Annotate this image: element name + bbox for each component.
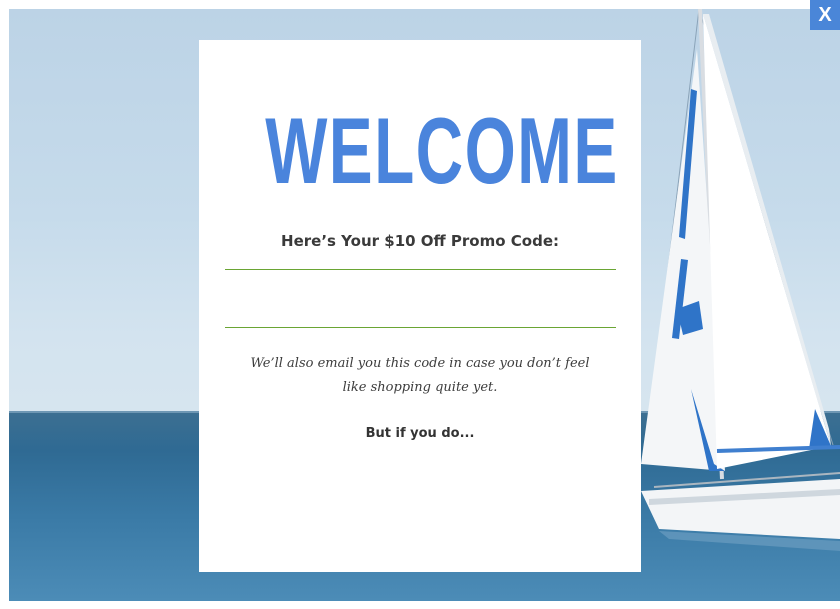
promo-popup-overlay: X WELCOME Here’s Your $10 Off Promo Code… — [0, 0, 840, 609]
email-note-line-1: We’ll also email you this code in case y… — [250, 356, 590, 371]
close-button[interactable]: X — [810, 0, 840, 30]
promo-code-heading: Here’s Your $10 Off Promo Code: — [281, 232, 559, 250]
close-icon[interactable]: X — [818, 4, 831, 26]
welcome-title: WELCOME — [265, 98, 619, 203]
promo-modal: WELCOME Here’s Your $10 Off Promo Code: … — [199, 40, 641, 572]
email-note-line-2: like shopping quite yet. — [342, 380, 498, 395]
promo-code-field[interactable] — [225, 269, 616, 328]
email-note: We’ll also email you this code in case y… — [229, 352, 611, 400]
but-if-you-do-text: But if you do... — [365, 426, 475, 441]
